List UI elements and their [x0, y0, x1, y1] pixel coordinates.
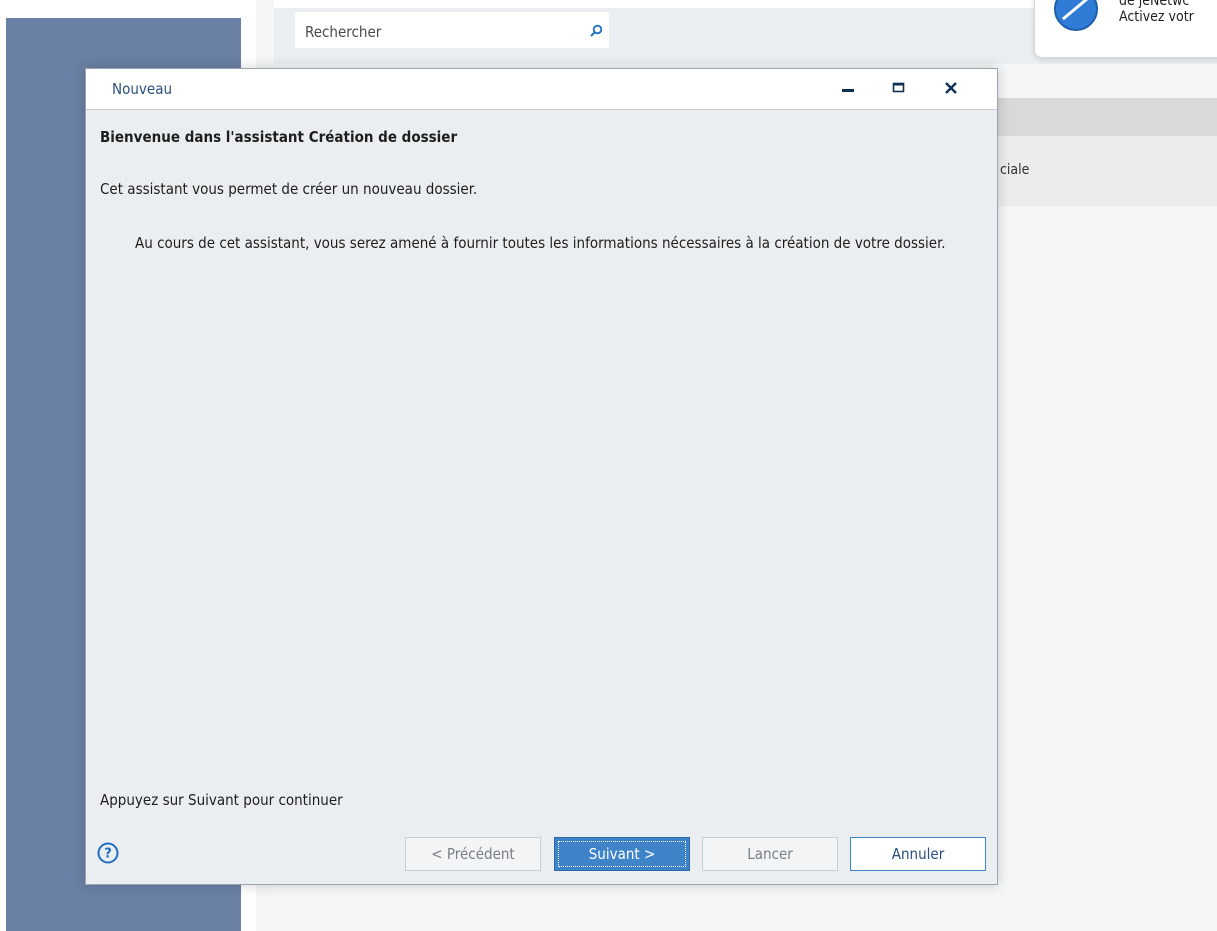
dialog-titlebar[interactable]: Nouveau	[86, 69, 997, 110]
svg-text:?: ?	[104, 847, 112, 862]
notification-text-line1: de jeNetwc	[1119, 0, 1190, 9]
cancel-button[interactable]: Annuler	[850, 837, 986, 871]
minimize-button[interactable]	[830, 69, 878, 109]
search-input[interactable]: Rechercher	[295, 12, 609, 48]
maximize-icon	[892, 82, 905, 93]
previous-button[interactable]: < Précédent	[405, 837, 541, 871]
close-button[interactable]	[932, 69, 980, 109]
help-icon[interactable]: ?	[97, 842, 119, 864]
search-icon[interactable]	[589, 24, 603, 38]
close-icon	[945, 82, 957, 94]
background-partial-text: ciale	[1000, 162, 1030, 178]
compass-icon	[1054, 0, 1098, 31]
minimize-icon	[842, 89, 854, 92]
notification-toast[interactable]: de jeNetwc Activez votr	[1034, 0, 1217, 58]
notification-text-line2: Activez votr	[1119, 9, 1194, 25]
focus-outline	[558, 841, 686, 867]
background-table-header	[998, 98, 1217, 136]
new-folder-dialog: Nouveau Bienvenue dans l'assistant Créat…	[85, 68, 998, 885]
continue-hint: Appuyez sur Suivant pour continuer	[100, 791, 343, 809]
search-placeholder: Rechercher	[305, 23, 382, 41]
maximize-button[interactable]	[881, 69, 929, 109]
launch-button[interactable]: Lancer	[702, 837, 838, 871]
next-button[interactable]: Suivant >	[554, 837, 690, 871]
dialog-title: Nouveau	[112, 80, 173, 98]
wizard-heading: Bienvenue dans l'assistant Création de d…	[100, 128, 458, 146]
wizard-description: Au cours de cet assistant, vous serez am…	[135, 234, 946, 252]
background-table-row	[998, 136, 1217, 206]
wizard-intro: Cet assistant vous permet de créer un no…	[100, 180, 478, 198]
